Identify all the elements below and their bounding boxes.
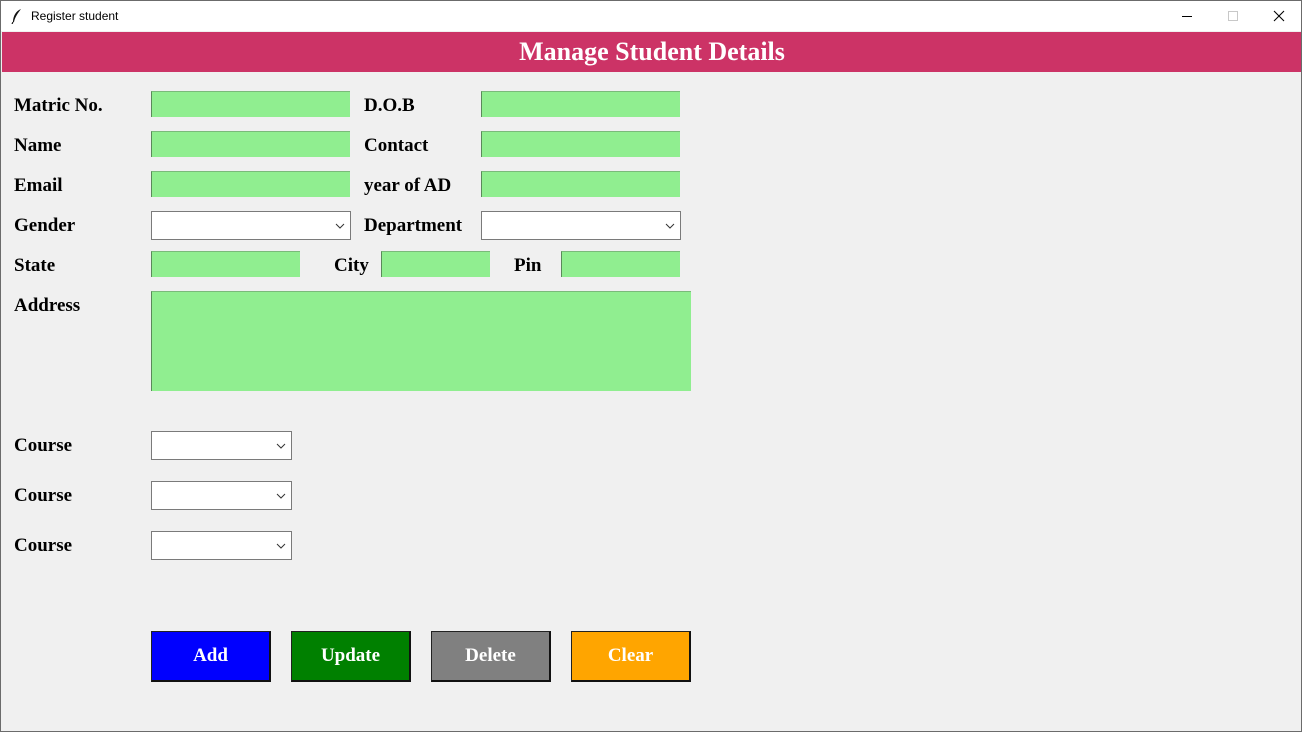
chevron-down-icon <box>335 223 345 229</box>
app-window: Register student Manage Student Details … <box>0 0 1302 732</box>
window-title: Register student <box>31 9 119 23</box>
update-button[interactable]: Update <box>291 631 411 682</box>
close-icon <box>1273 10 1285 22</box>
city-field[interactable] <box>381 251 490 277</box>
maximize-icon <box>1228 11 1238 21</box>
course3-label: Course <box>14 535 73 556</box>
address-label: Address <box>14 295 81 316</box>
minimize-button[interactable] <box>1164 1 1210 31</box>
course3-select[interactable] <box>151 531 292 560</box>
contact-field[interactable] <box>481 131 680 157</box>
pin-field[interactable] <box>561 251 680 277</box>
matric-label: Matric No. <box>14 95 103 116</box>
chevron-down-icon <box>276 493 286 499</box>
contact-label: Contact <box>364 135 429 156</box>
chevron-down-icon <box>665 223 675 229</box>
minimize-icon <box>1182 16 1192 17</box>
department-label: Department <box>364 215 463 236</box>
email-field[interactable] <box>151 171 350 197</box>
dob-label: D.O.B <box>364 95 415 116</box>
gender-select[interactable] <box>151 211 351 240</box>
name-label: Name <box>14 135 62 156</box>
title-bar[interactable]: Register student <box>1 1 1301 31</box>
matric-field[interactable] <box>151 91 350 117</box>
dob-field[interactable] <box>481 91 680 117</box>
chevron-down-icon <box>276 543 286 549</box>
close-button[interactable] <box>1256 1 1301 31</box>
gender-label: Gender <box>14 215 76 236</box>
page-title: Manage Student Details <box>2 32 1301 72</box>
course2-label: Course <box>14 485 73 506</box>
year-field[interactable] <box>481 171 680 197</box>
state-field[interactable] <box>151 251 300 277</box>
course1-label: Course <box>14 435 73 456</box>
chevron-down-icon <box>276 443 286 449</box>
address-field[interactable] <box>151 291 691 391</box>
delete-button[interactable]: Delete <box>431 631 551 682</box>
city-label: City <box>334 255 369 276</box>
feather-icon <box>10 8 24 25</box>
state-label: State <box>14 255 56 276</box>
course2-select[interactable] <box>151 481 292 510</box>
add-button[interactable]: Add <box>151 631 271 682</box>
email-label: Email <box>14 175 63 196</box>
year-label: year of AD <box>364 175 452 196</box>
maximize-button[interactable] <box>1210 1 1256 31</box>
pin-label: Pin <box>514 255 542 276</box>
clear-button[interactable]: Clear <box>571 631 691 682</box>
name-field[interactable] <box>151 131 350 157</box>
department-select[interactable] <box>481 211 681 240</box>
course1-select[interactable] <box>151 431 292 460</box>
